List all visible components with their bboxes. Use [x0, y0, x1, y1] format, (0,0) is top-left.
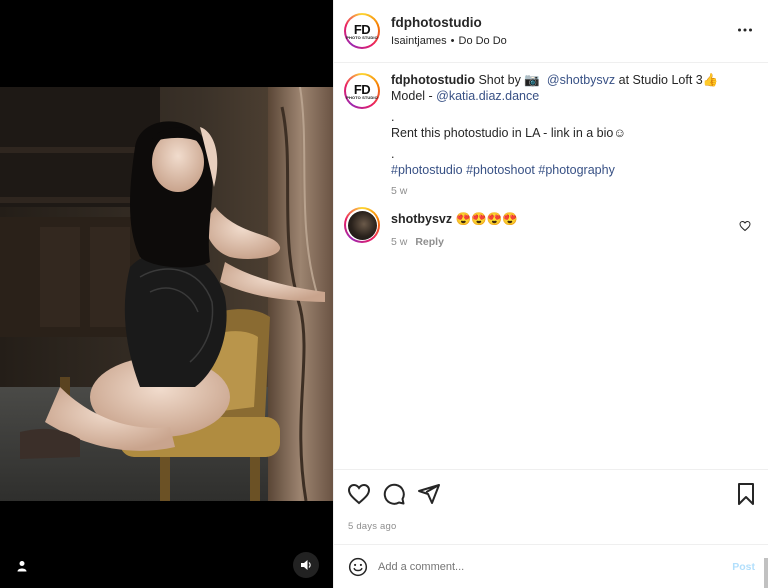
comment-username[interactable]: shotbysvz: [391, 212, 452, 226]
header-username[interactable]: fdphotostudio: [391, 15, 507, 30]
emoji-icon[interactable]: [348, 557, 368, 577]
photo-illustration: [0, 87, 333, 501]
post-actions: [334, 469, 768, 515]
post-details-panel: FD PHOTO STUDIO fdphotostudio Isaintjame…: [333, 0, 768, 588]
avatar-photo: [347, 210, 377, 240]
tagged-user-button[interactable]: [11, 555, 33, 577]
comment-input[interactable]: [378, 560, 718, 573]
audio-info: Isaintjames • Do Do Do: [391, 35, 507, 47]
avatar-logo-text: FD: [353, 81, 371, 97]
profile-avatar[interactable]: FD PHOTO STUDIO: [344, 13, 380, 49]
comment-timestamp[interactable]: 5 w: [391, 236, 407, 248]
audio-artist[interactable]: Isaintjames: [391, 35, 447, 47]
hashtag-link[interactable]: #photoshoot: [466, 163, 535, 177]
comment-body: shotbysvz 😍😍😍😍 5 w Reply: [391, 207, 518, 248]
caption-rent-line: Rent this photostudio in LA - link in a …: [391, 125, 627, 140]
speaker-icon: [301, 560, 311, 570]
hashtag-link[interactable]: #photostudio: [391, 163, 463, 177]
user-icon: [17, 561, 27, 572]
mention-link[interactable]: @katia.diaz.dance: [436, 89, 539, 103]
header-text: fdphotostudio Isaintjames • Do Do Do: [391, 15, 507, 47]
comment-item: shotbysvz 😍😍😍😍 5 w Reply: [344, 207, 759, 248]
post-modal: FD PHOTO STUDIO fdphotostudio Isaintjame…: [0, 0, 768, 588]
post-comment-button[interactable]: Post: [732, 561, 755, 573]
caption-line-2: Model - @katia.diaz.dance: [391, 89, 718, 105]
comment-like-icon[interactable]: [739, 220, 751, 232]
hashtag-link[interactable]: #photography: [538, 163, 614, 177]
avatar-logo-subtext: PHOTO STUDIO: [346, 34, 378, 40]
media-pane: [0, 0, 333, 588]
comment-composer: Post: [334, 544, 768, 588]
caption-text: at Studio Loft 3: [615, 73, 703, 87]
reply-button[interactable]: Reply: [415, 236, 444, 248]
comment-text: 😍😍😍😍: [455, 212, 518, 226]
thumbs-up-emoji: 👍: [702, 73, 719, 87]
caption-text: Shot by: [475, 73, 525, 87]
caption-dot: .: [391, 147, 395, 161]
mention-link[interactable]: @shotbysvz: [547, 73, 615, 87]
caption-body: fdphotostudio Shot by 📷 @shotbysvz at St…: [391, 73, 718, 200]
camera-emoji: 📷: [524, 73, 540, 87]
audio-track[interactable]: Do Do Do: [459, 35, 507, 47]
audio-toggle-button[interactable]: [293, 552, 319, 578]
post-header: FD PHOTO STUDIO fdphotostudio Isaintjame…: [334, 0, 768, 63]
audio-separator: •: [450, 35, 455, 47]
avatar-logo: FD PHOTO STUDIO: [346, 75, 378, 107]
avatar-logo-text: FD: [353, 21, 371, 37]
avatar-logo: FD PHOTO STUDIO: [346, 15, 378, 47]
scrollbar-thumb[interactable]: [764, 558, 768, 588]
caption-avatar[interactable]: FD PHOTO STUDIO: [344, 73, 380, 109]
caption-hashtags: #photostudio #photoshoot #photography: [391, 163, 718, 179]
more-horizontal-icon[interactable]: [737, 22, 753, 38]
caption-dot: .: [391, 110, 395, 124]
avatar-inner: [346, 209, 378, 241]
caption-username[interactable]: fdphotostudio: [391, 73, 475, 87]
caption-timestamp[interactable]: 5 w: [391, 184, 718, 200]
share-icon[interactable]: [417, 482, 441, 506]
post-photo[interactable]: [0, 87, 333, 501]
comment-icon[interactable]: [382, 482, 406, 506]
bookmark-icon[interactable]: [734, 482, 758, 506]
post-time-ago[interactable]: 5 days ago: [348, 521, 396, 532]
caption-line-1: fdphotostudio Shot by 📷 @shotbysvz at St…: [391, 73, 718, 89]
commenter-avatar[interactable]: [344, 207, 380, 243]
caption-text: Model -: [391, 88, 437, 103]
comment-meta: 5 w Reply: [391, 236, 518, 248]
avatar-logo-subtext: PHOTO STUDIO: [346, 94, 378, 100]
heart-icon[interactable]: [347, 482, 371, 506]
post-caption: FD PHOTO STUDIO fdphotostudio Shot by 📷 …: [344, 73, 759, 200]
comment-line: shotbysvz 😍😍😍😍: [391, 212, 518, 227]
